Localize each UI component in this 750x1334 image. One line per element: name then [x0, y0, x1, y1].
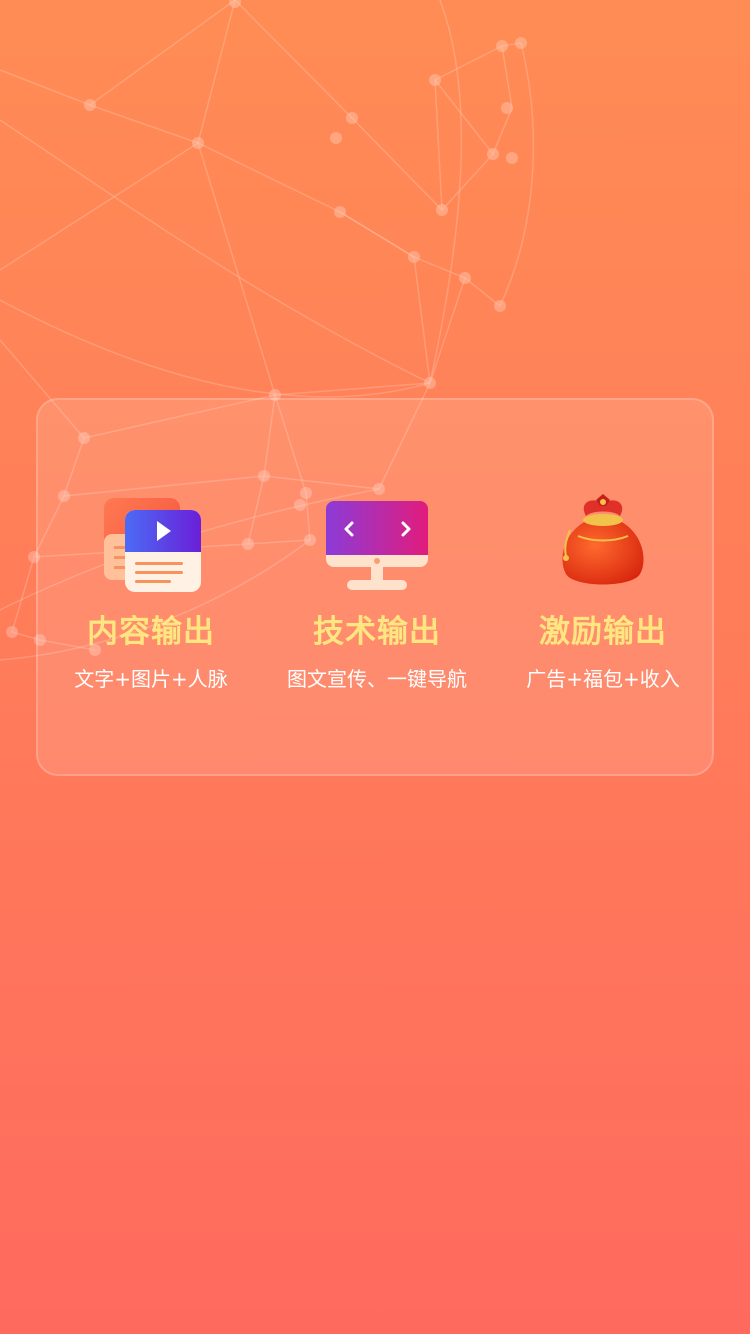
feature-title: 技术输出 [313, 614, 441, 650]
feature-subtitle: 文字+图片+人脉 [74, 667, 228, 691]
feature-subtitle: 图文宣传、一键导航 [287, 667, 467, 691]
features-card: 内容输出 文字+图片+人脉 技术输出 图文宣传、一键导航 激励输出 广告+福包+… [36, 398, 714, 776]
feature-subtitle: 广告+福包+收入 [526, 667, 680, 691]
feature-content-output[interactable]: 内容输出 文字+图片+人脉 [38, 490, 264, 692]
video-document-icon [96, 490, 206, 600]
lucky-bag-icon [548, 490, 658, 600]
feature-incentive-output[interactable]: 激励输出 广告+福包+收入 [490, 490, 716, 692]
feature-title: 激励输出 [539, 614, 667, 650]
monitor-icon [322, 490, 432, 600]
feature-title: 内容输出 [87, 614, 215, 650]
feature-tech-output[interactable]: 技术输出 图文宣传、一键导航 [264, 490, 490, 692]
